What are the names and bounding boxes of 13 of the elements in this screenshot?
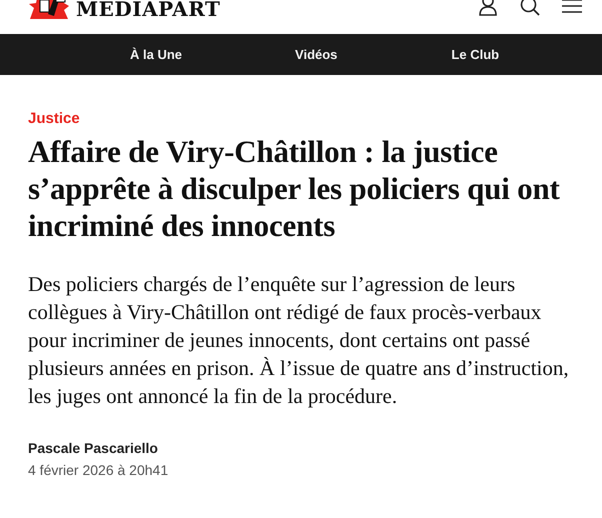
logo-icon[interactable] [28, 0, 70, 20]
logo-text[interactable]: MEDIAPART [76, 0, 220, 20]
article-title: Affaire de Viry-Châtillon : la justice s’apprête à disculper les policiers qui ont incriminé des innocents [28, 133, 561, 244]
publish-date: 4 février 2026 à 20h41 [28, 462, 170, 478]
section-link[interactable]: Justice [28, 109, 582, 129]
article-lead: Des policiers chargés de l’enquête sur l’agression de leurs collègues à Viry-Châtillon ont rédigé de faux procès-verbaux pour incriminer de jeunes innocents, dont certains ont passé plusieurs années en prison. À l’issue de quatre ans d’instruction, les juges ont annoncé la fin de la procédure. [28, 271, 570, 410]
user-icon[interactable] [478, 0, 498, 17]
menu-icon[interactable] [562, 0, 582, 14]
author-name[interactable]: Pascale Pascariello [28, 440, 582, 456]
nav-link[interactable]: Le Club [451, 47, 500, 62]
nav-link[interactable]: À la Une [130, 47, 182, 62]
search-icon[interactable] [520, 0, 540, 16]
nav-link[interactable]: Vidéos [295, 47, 338, 62]
